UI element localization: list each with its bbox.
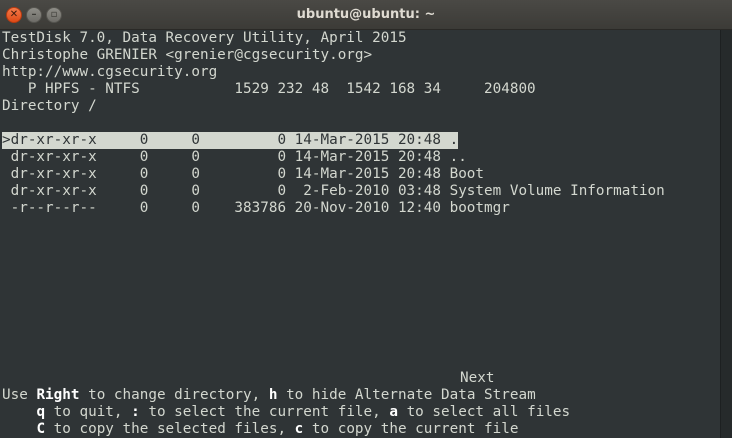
file-row[interactable]: dr-xr-xr-x 0 0 0 14-Mar-2015 20:48 .. — [2, 149, 467, 166]
help-text: Use — [2, 387, 37, 403]
partition-line: P HPFS - NTFS 1529 232 48 1542 168 34 20… — [2, 81, 536, 97]
file-row-selected[interactable]: >dr-xr-xr-x 0 0 0 14-Mar-2015 20:48 . — [2, 132, 459, 149]
key-right: Right — [36, 387, 80, 403]
help-text — [2, 421, 36, 437]
terminal-window: ✕ – ▫ ubuntu@ubuntu: ~ TestDisk 7.0, Dat… — [0, 0, 732, 438]
help-text: to copy the selected files, — [45, 421, 295, 437]
help-text: to hide Alternate Data Stream — [277, 387, 536, 403]
help-line-1: Use Right to change directory, h to hide… — [2, 387, 536, 404]
help-text: to copy the current file — [303, 421, 519, 437]
help-line-3: C to copy the selected files, c to copy … — [2, 421, 518, 438]
window-title: ubuntu@ubuntu: ~ — [296, 7, 436, 22]
help-line-2: q to quit, : to select the current file,… — [2, 404, 570, 421]
file-row[interactable]: dr-xr-xr-x 0 0 0 14-Mar-2015 20:48 Boot — [2, 166, 484, 183]
help-text: to quit, — [45, 404, 132, 420]
file-row[interactable]: -r--r--r-- 0 0 383786 20-Nov-2010 12:40 … — [2, 200, 510, 217]
help-text: to select the current file, — [139, 404, 390, 420]
key-q: q — [36, 404, 46, 420]
key-C: C — [36, 421, 46, 437]
title-bar[interactable]: ✕ – ▫ ubuntu@ubuntu: ~ — [0, 0, 732, 30]
help-text: to select all files — [397, 404, 571, 420]
terminal-content[interactable]: TestDisk 7.0, Data Recovery Utility, Apr… — [0, 30, 720, 438]
app-title-line: TestDisk 7.0, Data Recovery Utility, Apr… — [2, 30, 407, 46]
key-colon: : — [131, 404, 140, 420]
file-row[interactable]: dr-xr-xr-x 0 0 0 2-Feb-2010 03:48 System… — [2, 183, 665, 200]
scrollbar[interactable] — [720, 30, 732, 438]
directory-label: Directory / — [2, 98, 97, 114]
key-a: a — [389, 404, 398, 420]
author-line: Christophe GRENIER <grenier@cgsecurity.o… — [2, 47, 373, 63]
next-page-link[interactable]: Next — [460, 370, 494, 387]
website-line: http://www.cgsecurity.org — [2, 64, 218, 80]
help-text: to change directory, — [79, 387, 269, 403]
key-c: c — [294, 421, 304, 437]
help-text — [2, 404, 36, 420]
